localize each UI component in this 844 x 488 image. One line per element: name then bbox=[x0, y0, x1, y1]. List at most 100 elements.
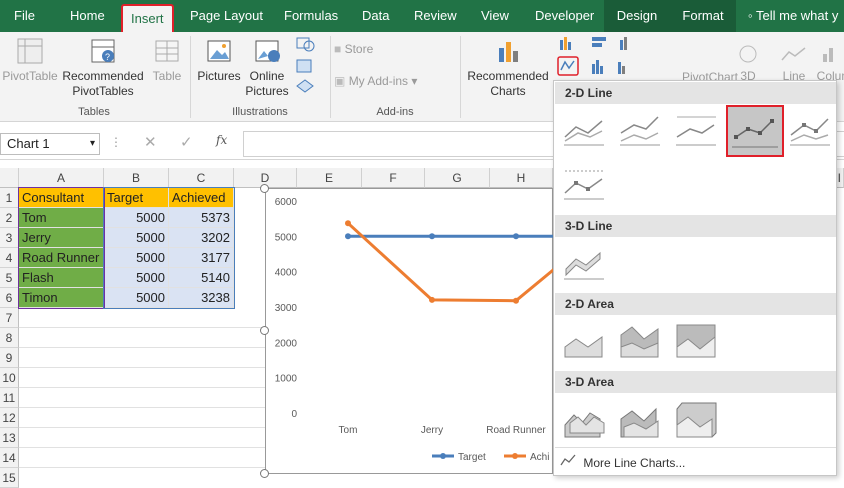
y-tick-label: 2000 bbox=[275, 338, 298, 349]
range-highlight-categories bbox=[18, 187, 105, 309]
tab-format[interactable]: Format bbox=[670, 0, 736, 32]
tables-group-label: Tables bbox=[78, 106, 110, 118]
globe-icon bbox=[739, 45, 757, 63]
row-header[interactable]: 6 bbox=[0, 288, 19, 308]
row-header[interactable]: 9 bbox=[0, 348, 19, 368]
legend-label: Achi bbox=[530, 452, 549, 463]
row-header[interactable]: 5 bbox=[0, 268, 19, 288]
name-box[interactable]: Chart 1 ▾ bbox=[0, 133, 100, 155]
more-line-charts-link[interactable]: More Line Charts... bbox=[560, 453, 832, 473]
row-header[interactable]: 7 bbox=[0, 308, 19, 328]
row-header[interactable]: 13 bbox=[0, 428, 19, 448]
tab-formulas[interactable]: Formulas bbox=[284, 0, 338, 32]
divider bbox=[555, 447, 836, 448]
100-stacked-area-option[interactable] bbox=[672, 317, 720, 363]
table-button[interactable]: Table bbox=[146, 36, 188, 84]
row-header[interactable]: 11 bbox=[0, 388, 19, 408]
enter-icon[interactable]: ✓ bbox=[180, 133, 193, 151]
column-header[interactable]: H bbox=[490, 168, 553, 188]
row-header[interactable]: 12 bbox=[0, 408, 19, 428]
stacked-area-option[interactable] bbox=[616, 317, 664, 363]
chevron-down-icon[interactable]: ▾ bbox=[90, 134, 95, 154]
tell-me-box[interactable]: ◦ Tell me what y bbox=[748, 0, 838, 32]
area-option[interactable] bbox=[560, 317, 608, 363]
tab-developer[interactable]: Developer bbox=[535, 0, 594, 32]
pivot-table-button[interactable]: PivotTable bbox=[0, 36, 60, 84]
x-category-label: Road Runner bbox=[486, 425, 546, 436]
tab-view[interactable]: View bbox=[481, 0, 509, 32]
column-header[interactable]: B bbox=[104, 168, 169, 188]
insert-function-button[interactable]: fx bbox=[216, 133, 227, 147]
recommended-pivot-icon: ? bbox=[91, 39, 115, 63]
stacked-area-icon bbox=[620, 326, 659, 358]
row-header[interactable]: 4 bbox=[0, 248, 19, 268]
100-stacked-line-option[interactable] bbox=[672, 107, 720, 153]
resize-handle[interactable] bbox=[260, 326, 269, 335]
row-header[interactable]: 15 bbox=[0, 468, 19, 488]
line-chart-gallery: 2-D Line 3-D Line 2-D Area 3-D Area More… bbox=[553, 80, 837, 476]
chart-plot: 6000 5000 4000 3000 2000 1000 0 Tom Jerry Road Ru… bbox=[275, 197, 687, 463]
tab-insert[interactable]: Insert bbox=[121, 4, 174, 32]
stacked-line-option[interactable] bbox=[616, 107, 664, 153]
store-button[interactable]: ■ Store bbox=[334, 42, 434, 57]
my-addins-button[interactable]: ▣ My Add-ins ▾ bbox=[334, 74, 444, 89]
data-point bbox=[513, 233, 519, 240]
column-header[interactable]: E bbox=[297, 168, 362, 188]
column-header[interactable]: F bbox=[362, 168, 425, 188]
tab-page-layout[interactable]: Page Layout bbox=[190, 0, 263, 32]
legend-marker bbox=[512, 453, 518, 459]
row-header[interactable]: 8 bbox=[0, 328, 19, 348]
line-chart-option[interactable] bbox=[560, 107, 608, 153]
line-chart-icon bbox=[564, 120, 604, 146]
y-tick-label: 0 bbox=[291, 409, 297, 420]
resize-handle[interactable] bbox=[260, 184, 269, 193]
y-tick-label: 6000 bbox=[275, 197, 298, 208]
online-pictures-icon bbox=[255, 40, 280, 62]
resize-handle[interactable] bbox=[260, 469, 269, 478]
row-header[interactable]: 14 bbox=[0, 448, 19, 468]
recommended-pivottables-button[interactable]: ? Recommended PivotTables bbox=[60, 36, 146, 99]
tab-design[interactable]: Design bbox=[604, 0, 670, 32]
3d-100-stacked-area-option[interactable] bbox=[672, 397, 720, 443]
stacked-line-icon bbox=[620, 116, 660, 146]
recommended-charts-button[interactable]: Recommended Charts bbox=[465, 36, 551, 99]
line-sparkline-button[interactable]: Line bbox=[776, 42, 812, 84]
tab-data[interactable]: Data bbox=[362, 0, 389, 32]
stacked-line-markers-option[interactable] bbox=[786, 107, 834, 153]
group-divider bbox=[330, 36, 331, 118]
pictures-button[interactable]: Pictures bbox=[196, 36, 242, 84]
3d-percent-stacked-area-icon bbox=[676, 402, 717, 438]
shapes-button[interactable] bbox=[292, 34, 322, 102]
3d-area-icon bbox=[564, 412, 605, 438]
column-sparkline-button[interactable]: Colum bbox=[814, 42, 844, 84]
chevron-down-icon: ▾ bbox=[411, 74, 418, 88]
line-chart[interactable]: 6000 5000 4000 3000 2000 1000 0 Tom Jerry Road Ru… bbox=[265, 188, 687, 474]
row-header[interactable]: 3 bbox=[0, 228, 19, 248]
cancel-icon[interactable]: ✕ bbox=[144, 133, 157, 151]
100-stacked-line-markers-option[interactable] bbox=[560, 161, 608, 207]
group-divider bbox=[190, 36, 191, 118]
3d-line-option[interactable] bbox=[560, 239, 608, 285]
line-with-markers-option[interactable] bbox=[726, 105, 784, 157]
tab-file[interactable]: File bbox=[14, 0, 35, 32]
3d-stacked-area-option[interactable] bbox=[616, 397, 664, 443]
illustrations-group-label: Illustrations bbox=[232, 106, 288, 118]
sparkline-line-icon bbox=[781, 47, 806, 61]
chart-type-buttons bbox=[556, 34, 632, 86]
3d-area-option[interactable] bbox=[560, 397, 608, 443]
tab-home[interactable]: Home bbox=[70, 0, 105, 32]
tab-review[interactable]: Review bbox=[414, 0, 457, 32]
table-icon bbox=[155, 40, 179, 62]
percent-stacked-area-icon bbox=[676, 324, 716, 358]
online-pictures-button[interactable]: Online Pictures bbox=[244, 36, 290, 99]
3d-map-button[interactable]: 3D bbox=[738, 42, 758, 84]
row-header[interactable]: 1 bbox=[0, 188, 19, 208]
select-all-corner[interactable] bbox=[0, 168, 19, 188]
row-header[interactable]: 10 bbox=[0, 368, 19, 388]
drag-handle-icon: ⋮ bbox=[110, 135, 122, 149]
recommended-charts-icon bbox=[499, 42, 518, 62]
row-header[interactable]: 2 bbox=[0, 208, 19, 228]
column-header[interactable]: G bbox=[425, 168, 490, 188]
column-header[interactable]: A bbox=[19, 168, 104, 188]
column-header[interactable]: C bbox=[169, 168, 234, 188]
